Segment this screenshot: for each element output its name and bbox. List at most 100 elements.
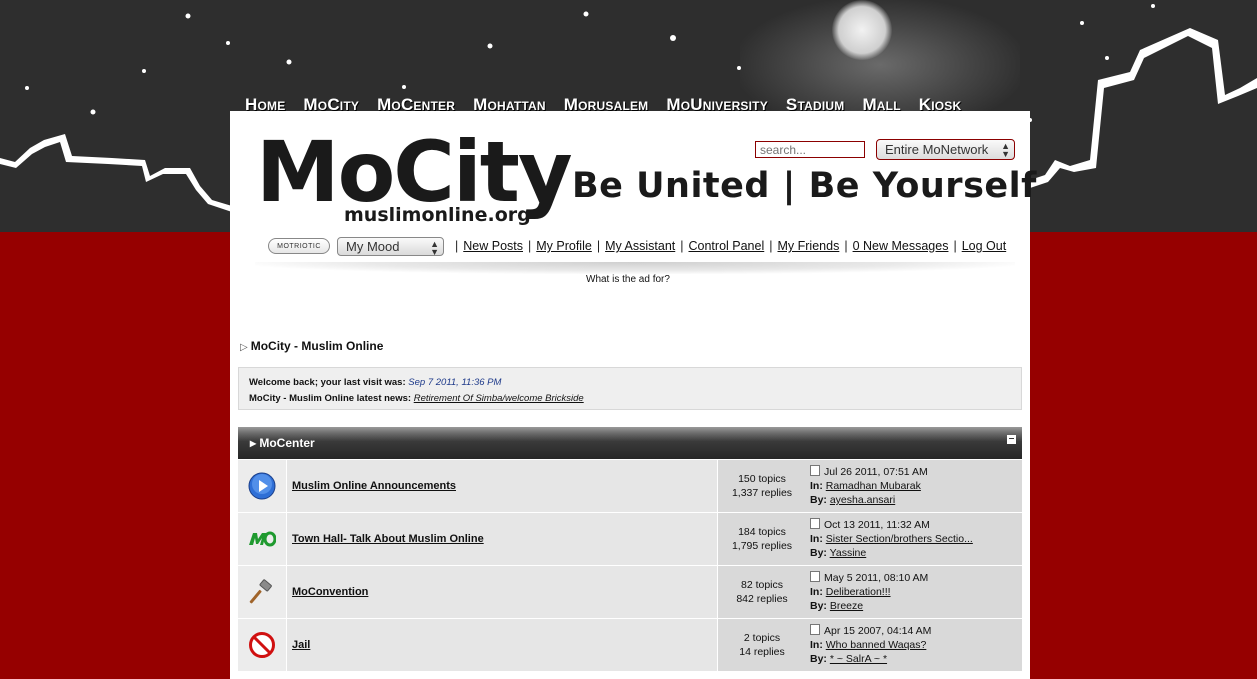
forum-icon-cell <box>238 513 287 565</box>
mo-logo-icon <box>249 531 276 547</box>
last-post-cell: Jul 26 2011, 07:51 AM In: Ramadhan Mubar… <box>806 460 1022 512</box>
control-panel-link[interactable]: Control Panel <box>689 239 765 253</box>
mood-select[interactable]: My Mood ▲ ▼ <box>337 236 444 257</box>
last-post-cell: May 5 2011, 08:10 AM In: Deliberation!!!… <box>806 566 1022 618</box>
my-assistant-link[interactable]: My Assistant <box>605 239 675 253</box>
news-link[interactable]: Retirement Of Simba/welcome Brickside <box>414 393 584 404</box>
post-icon[interactable] <box>810 465 820 476</box>
forum-stats: 2 topics 14 replies <box>718 619 806 671</box>
in-label: In: <box>810 533 823 545</box>
last-visit-date: Sep 7 2011, 11:36 PM <box>408 377 502 388</box>
select-arrows-icon: ▲ ▼ <box>1001 141 1010 159</box>
forum-link[interactable]: Jail <box>292 639 310 651</box>
logo-title: MoCity <box>256 123 573 221</box>
last-topic-link[interactable]: Deliberation!!! <box>826 586 891 598</box>
mood-select-value: My Mood <box>346 238 400 254</box>
in-label: In: <box>810 586 823 598</box>
last-post-date: Jul 26 2011, 07:51 AM <box>824 466 928 478</box>
no-entry-icon <box>249 632 275 658</box>
last-user-link[interactable]: Yassine <box>830 547 867 559</box>
category-header: ▸ MoCenter – <box>238 427 1022 459</box>
ad-note[interactable]: What is the ad for? <box>586 274 670 285</box>
last-topic-link[interactable]: Ramadhan Mubarak <box>826 480 921 492</box>
forum-row: MoConvention 82 topics 842 replies May 5… <box>238 566 1022 619</box>
in-label: In: <box>810 639 823 651</box>
divider: | <box>953 239 957 253</box>
motriotic-badge[interactable]: MOTRIOTIC <box>268 238 330 254</box>
forum-icon-cell <box>238 460 287 512</box>
topic-count: 184 topics <box>738 526 786 538</box>
in-label: In: <box>810 480 823 492</box>
last-user-link[interactable]: * ~ SalrA ~ * <box>830 653 887 665</box>
by-label: By: <box>810 547 827 559</box>
breadcrumb-label[interactable]: MoCity - Muslim Online <box>251 339 384 353</box>
topic-count: 150 topics <box>738 473 786 485</box>
search-scope-select[interactable]: Entire MoNetwork ▲ ▼ <box>876 139 1015 160</box>
new-messages-link[interactable]: 0 New Messages <box>853 239 949 253</box>
topic-count: 82 topics <box>740 579 784 591</box>
last-post-cell: Apr 15 2007, 04:14 AM In: Who banned Waq… <box>806 619 1022 671</box>
divider: | <box>455 239 459 253</box>
last-user-link[interactable]: ayesha.ansari <box>830 494 895 506</box>
logo-domain: muslimonline.org <box>344 204 531 226</box>
my-profile-link[interactable]: My Profile <box>536 239 592 253</box>
user-bar: MOTRIOTIC My Mood ▲ ▼ | New Posts | My Pr… <box>268 236 1006 256</box>
forum-name-cell: Muslim Online Announcements <box>287 460 717 512</box>
forum-stats: 82 topics 842 replies <box>718 566 806 618</box>
post-icon[interactable] <box>810 518 820 529</box>
by-label: By: <box>810 600 827 612</box>
play-icon <box>248 472 276 500</box>
log-out-link[interactable]: Log Out <box>962 239 1006 253</box>
last-user-link[interactable]: Breeze <box>830 600 863 612</box>
forum-icon-cell <box>238 566 287 618</box>
select-arrows-icon: ▲ ▼ <box>430 238 439 257</box>
my-friends-link[interactable]: My Friends <box>778 239 840 253</box>
forum-link[interactable]: Town Hall- Talk About Muslim Online <box>292 533 484 545</box>
post-icon[interactable] <box>810 624 820 635</box>
reply-count: 1,795 replies <box>731 540 793 552</box>
forum-icon-cell <box>238 619 287 671</box>
forum-name-cell: MoConvention <box>287 566 717 618</box>
search-scope-value: Entire MoNetwork <box>885 142 989 157</box>
forum-row: Muslim Online Announcements 150 topics 1… <box>238 460 1022 513</box>
gavel-icon <box>249 579 272 604</box>
divider: | <box>596 239 601 253</box>
forum-name-cell: Town Hall- Talk About Muslim Online <box>287 513 717 565</box>
forum-link[interactable]: Muslim Online Announcements <box>292 480 456 492</box>
forum-stats: 150 topics 1,337 replies <box>718 460 806 512</box>
post-icon[interactable] <box>810 571 820 582</box>
collapse-icon[interactable]: – <box>1007 434 1016 444</box>
forum-row: Jail 2 topics 14 replies Apr 15 2007, 04… <box>238 619 1022 672</box>
forum-name-cell: Jail <box>287 619 717 671</box>
category-title[interactable]: ▸ MoCenter <box>250 436 315 450</box>
reply-count: 842 replies <box>736 593 788 605</box>
forum-stats: 184 topics 1,795 replies <box>718 513 806 565</box>
last-topic-link[interactable]: Who banned Waqas? <box>826 639 927 651</box>
last-post-date: Oct 13 2011, 11:32 AM <box>824 519 930 531</box>
search-input[interactable] <box>755 141 865 158</box>
header-shadow <box>255 262 1015 274</box>
site-logo[interactable]: MoCity muslimonline.org <box>256 123 573 226</box>
by-label: By: <box>810 494 827 506</box>
last-post-cell: Oct 13 2011, 11:32 AM In: Sister Section… <box>806 513 1022 565</box>
news-label: MoCity - Muslim Online latest news: <box>249 393 412 404</box>
forum-link[interactable]: MoConvention <box>292 586 368 598</box>
divider: | <box>528 239 532 253</box>
topic-count: 2 topics <box>743 632 781 644</box>
last-topic-link[interactable]: Sister Section/brothers Sectio... <box>826 533 973 545</box>
forum-row: Town Hall- Talk About Muslim Online 184 … <box>238 513 1022 566</box>
breadcrumb: ▷ MoCity - Muslim Online <box>240 339 383 353</box>
triangle-icon: ▷ <box>240 342 248 353</box>
divider: | <box>769 239 773 253</box>
new-posts-link[interactable]: New Posts <box>463 239 523 253</box>
divider: | <box>680 239 684 253</box>
reply-count: 1,337 replies <box>731 487 793 499</box>
last-post-date: May 5 2011, 08:10 AM <box>824 572 929 584</box>
reply-count: 14 replies <box>739 646 785 658</box>
welcome-box: Welcome back; your last visit was: Sep 7… <box>238 367 1022 410</box>
by-label: By: <box>810 653 827 665</box>
category-title-label: MoCenter <box>259 436 315 450</box>
welcome-label: Welcome back; your last visit was: <box>249 377 406 388</box>
divider: | <box>844 239 848 253</box>
site-tagline: Be United | Be Yourself <box>572 166 1037 206</box>
